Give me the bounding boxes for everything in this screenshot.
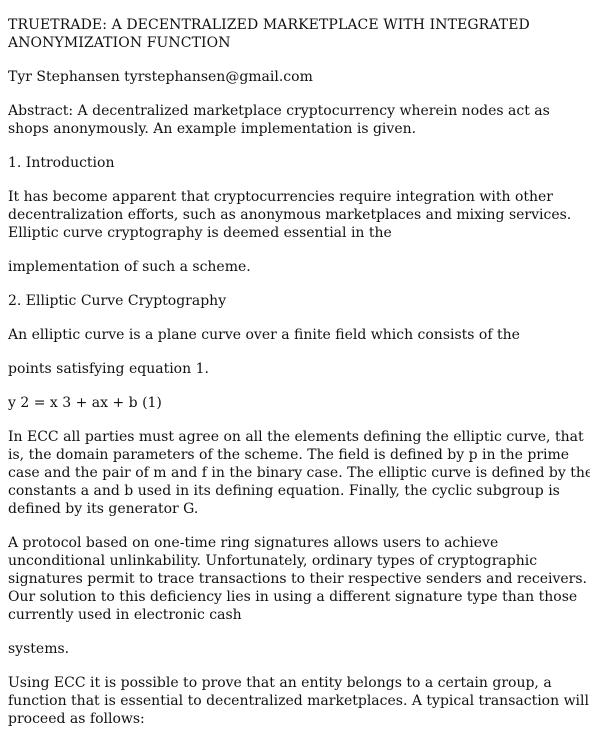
ecc-paragraph-5-line-1: A protocol based on one-time ring signat…: [8, 535, 499, 551]
abstract-line-2: shops anonymously. An example implementa…: [8, 121, 417, 137]
ecc-paragraph-7-line-3: proceed as follows:: [8, 711, 145, 727]
ecc-paragraph-5-line-4: Our solution to this deficiency lies in …: [8, 589, 578, 605]
intro-paragraph-1-line-2: decentralization efforts, such as anonym…: [8, 207, 572, 223]
intro-paragraph-2-line-1: implementation of such a scheme.: [8, 259, 251, 275]
ecc-paragraph-4-line-3: case and the pair of m and f in the bina…: [8, 465, 590, 481]
section-heading-ecc: 2. Elliptic Curve Cryptography: [8, 293, 227, 309]
ecc-paragraph-5-line-3: signatures permit to trace transactions …: [8, 571, 587, 587]
ecc-paragraph-4-line-4: constants a and b used in its defining e…: [8, 483, 560, 499]
ecc-paragraph-1-line-1: An elliptic curve is a plane curve over …: [8, 327, 520, 343]
intro-paragraph-1-line-1: It has become apparent that cryptocurren…: [8, 189, 553, 205]
ecc-paragraph-7-line-2: function that is essential to decentrali…: [8, 693, 589, 709]
ecc-paragraph-5-line-2: unconditional unlinkability. Unfortunate…: [8, 553, 538, 569]
ecc-paragraph-5-line-5: currently used in electronic cash: [8, 607, 242, 623]
section-heading-introduction: 1. Introduction: [8, 155, 115, 171]
title-line-2: ANONYMIZATION FUNCTION: [8, 35, 231, 51]
intro-paragraph-1-line-3: Elliptic curve cryptography is deemed es…: [8, 225, 392, 241]
ecc-paragraph-7-line-1: Using ECC it is possible to prove that a…: [8, 675, 552, 691]
ecc-paragraph-2-line-1: points satisfying equation 1.: [8, 361, 209, 377]
document-page: TRUETRADE: A DECENTRALIZED MARKETPLACE W…: [0, 0, 590, 750]
ecc-paragraph-4-line-5: defined by its generator G.: [8, 501, 199, 517]
equation-1: y 2 = x 3 + ax + b (1): [8, 395, 162, 411]
author-line: Tyr Stephansen tyrstephansen@gmail.com: [8, 69, 313, 85]
ecc-paragraph-6-line-1: systems.: [8, 641, 70, 657]
ecc-paragraph-4-line-2: is, the domain parameters of the scheme.…: [8, 447, 570, 463]
ecc-paragraph-4-line-1: In ECC all parties must agree on all the…: [8, 429, 584, 445]
abstract-line-1: Abstract: A decentralized marketplace cr…: [8, 103, 550, 119]
title-line-1: TRUETRADE: A DECENTRALIZED MARKETPLACE W…: [8, 17, 530, 33]
